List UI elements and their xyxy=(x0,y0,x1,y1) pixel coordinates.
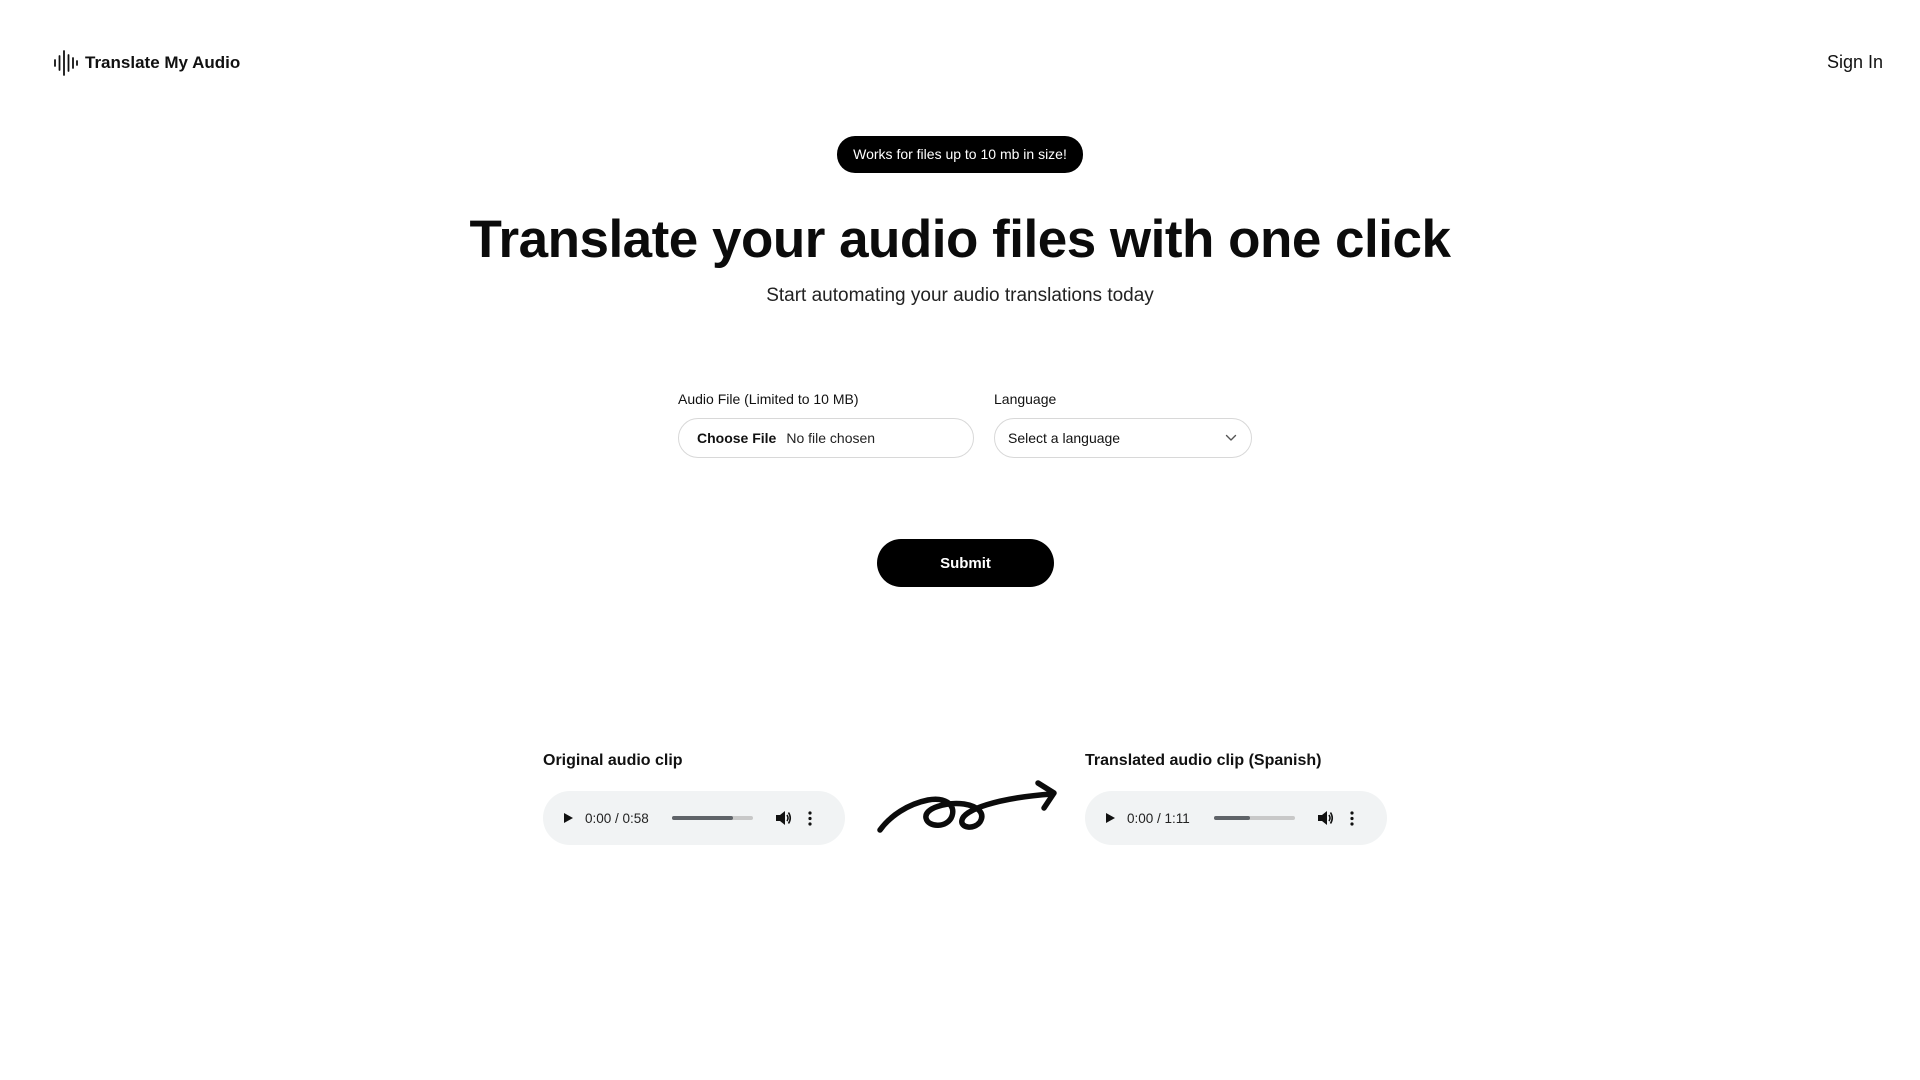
original-audio-player[interactable]: 0:00 / 0:58 xyxy=(543,791,845,845)
translated-clip-label: Translated audio clip (Spanish) xyxy=(1085,752,1322,769)
original-volume-track[interactable] xyxy=(672,816,753,820)
translated-audio-player[interactable]: 0:00 / 1:11 xyxy=(1085,791,1387,845)
page-title: Translate your audio files with one clic… xyxy=(469,210,1451,269)
original-volume-fill xyxy=(672,816,733,820)
sign-in-link[interactable]: Sign In xyxy=(1827,52,1883,73)
header: Translate My Audio Sign In xyxy=(0,0,1920,126)
language-select[interactable]: Select a language xyxy=(994,418,1252,458)
play-icon[interactable] xyxy=(1104,812,1116,824)
language-label: Language xyxy=(994,391,1057,407)
file-size-badge: Works for files up to 10 mb in size! xyxy=(837,136,1083,173)
hero: Works for files up to 10 mb in size! Tra… xyxy=(0,136,1920,307)
more-options-icon[interactable] xyxy=(1350,810,1354,826)
audio-file-label: Audio File (Limited to 10 MB) xyxy=(678,391,859,407)
page-subtitle: Start automating your audio translations… xyxy=(766,285,1154,306)
volume-icon[interactable] xyxy=(775,810,792,826)
volume-icon[interactable] xyxy=(1317,810,1334,826)
logo[interactable]: Translate My Audio xyxy=(53,49,240,77)
original-clip-label: Original audio clip xyxy=(543,752,683,769)
language-field: Language Select a language xyxy=(994,388,1252,458)
translate-form: Audio File (Limited to 10 MB) Choose Fil… xyxy=(678,388,1252,458)
language-select-value: Select a language xyxy=(1008,430,1121,446)
translated-volume-fill xyxy=(1214,816,1251,820)
chevron-down-icon xyxy=(1225,434,1237,441)
translated-volume-track[interactable] xyxy=(1214,816,1295,820)
curly-arrow-icon xyxy=(877,780,1057,833)
play-icon[interactable] xyxy=(562,812,574,824)
audio-file-field: Audio File (Limited to 10 MB) Choose Fil… xyxy=(678,388,974,458)
original-time-display: 0:00 / 0:58 xyxy=(585,810,649,826)
waveform-icon xyxy=(54,50,78,76)
audio-file-input[interactable]: Choose File No file chosen xyxy=(678,418,974,458)
translated-time-display: 0:00 / 1:11 xyxy=(1127,810,1190,826)
file-status-text: No file chosen xyxy=(786,430,876,446)
choose-file-button[interactable]: Choose File xyxy=(697,430,776,446)
more-options-icon[interactable] xyxy=(808,810,812,826)
submit-button[interactable]: Submit xyxy=(877,539,1054,587)
logo-text: Translate My Audio xyxy=(85,53,241,72)
